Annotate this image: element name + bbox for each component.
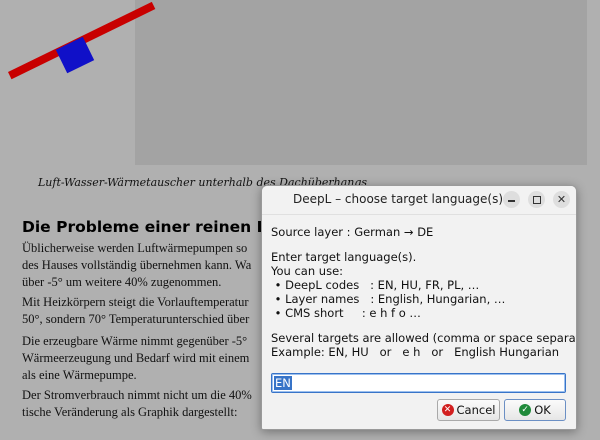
ok-label: OK <box>534 403 551 417</box>
cancel-icon: ✕ <box>441 404 454 416</box>
paragraph-line: über -5° um weitere 40% zugenommen. <box>22 275 222 289</box>
cancel-label: Cancel <box>456 403 496 417</box>
paragraph-line: tische Veränderung als Graphik dargestel… <box>22 405 238 419</box>
maximize-icon <box>532 195 541 204</box>
paragraph-3: Die erzeugbare Wärme nimmt gegenüber -5°… <box>22 333 249 384</box>
bullet-cms-short: • CMS short : e h f o … <box>271 306 421 320</box>
paragraph-line: Der Stromverbrauch nimmt nicht um die 40… <box>22 388 252 402</box>
source-language-code: DE <box>417 225 434 239</box>
checkmark-icon: ✓ <box>519 404 532 416</box>
prompt-text: Enter target language(s). <box>271 250 417 264</box>
deepl-language-dialog: DeepL – choose target language(s) ✕ Sour… <box>261 185 577 430</box>
paragraph-4: Der Stromverbrauch nimmt nicht um die 40… <box>22 387 252 421</box>
source-layer-row: Source layer : German → DE <box>271 225 567 239</box>
paragraph-line: Mit Heizkörpern steigt die Vorlauftemper… <box>22 295 249 309</box>
paragraph-line: Üblicherweise werden Luftwärmepumpen so <box>22 241 248 255</box>
minimize-button[interactable] <box>503 191 520 208</box>
maximize-button[interactable] <box>528 191 545 208</box>
paragraph-line: Wärmeerzeugung und Bedarf wird mit einem <box>22 351 250 365</box>
example-text: Example: EN, HU or e h or English Hungar… <box>271 345 560 359</box>
close-button[interactable]: ✕ <box>553 191 570 208</box>
target-language-input[interactable]: EN <box>271 373 566 393</box>
ok-button[interactable]: ✓ OK <box>504 399 566 421</box>
minimize-icon <box>508 200 515 202</box>
heat-exchanger-graphic <box>55 36 95 74</box>
bullet-deepl-codes: • DeepL codes : EN, HU, FR, PL, … <box>271 278 480 292</box>
you-can-use-text: You can use: <box>271 264 344 278</box>
cancel-button[interactable]: ✕ Cancel <box>437 399 500 421</box>
dialog-titlebar[interactable]: DeepL – choose target language(s) ✕ <box>262 186 576 215</box>
paragraph-2: Mit Heizkörpern steigt die Vorlauftemper… <box>22 294 249 328</box>
close-icon: ✕ <box>556 193 567 206</box>
multiple-targets-note: Several targets are allowed (comma or sp… <box>271 331 577 345</box>
paragraph-line: des Hauses vollständig übernehmen kann. … <box>22 258 252 272</box>
document-image <box>135 0 587 165</box>
source-layer-label: Source layer : German <box>271 225 401 239</box>
dialog-body: Source layer : German → DE Enter target … <box>262 225 576 359</box>
paragraph-line: als eine Wärmepumpe. <box>22 368 137 382</box>
dialog-title: DeepL – choose target language(s) <box>292 192 504 206</box>
arrow-right-icon: → <box>403 225 414 239</box>
target-language-value: EN <box>274 376 292 390</box>
paragraph-1: Üblicherweise werden Luftwärmepumpen so … <box>22 240 251 291</box>
bullet-layer-names: • Layer names : English, Hungarian, … <box>271 292 506 306</box>
paragraph-line: 50°, sondern 70° Temperaturunterschied ü… <box>22 312 250 326</box>
paragraph-line: Die erzeugbare Wärme nimmt gegenüber -5° <box>22 334 248 348</box>
